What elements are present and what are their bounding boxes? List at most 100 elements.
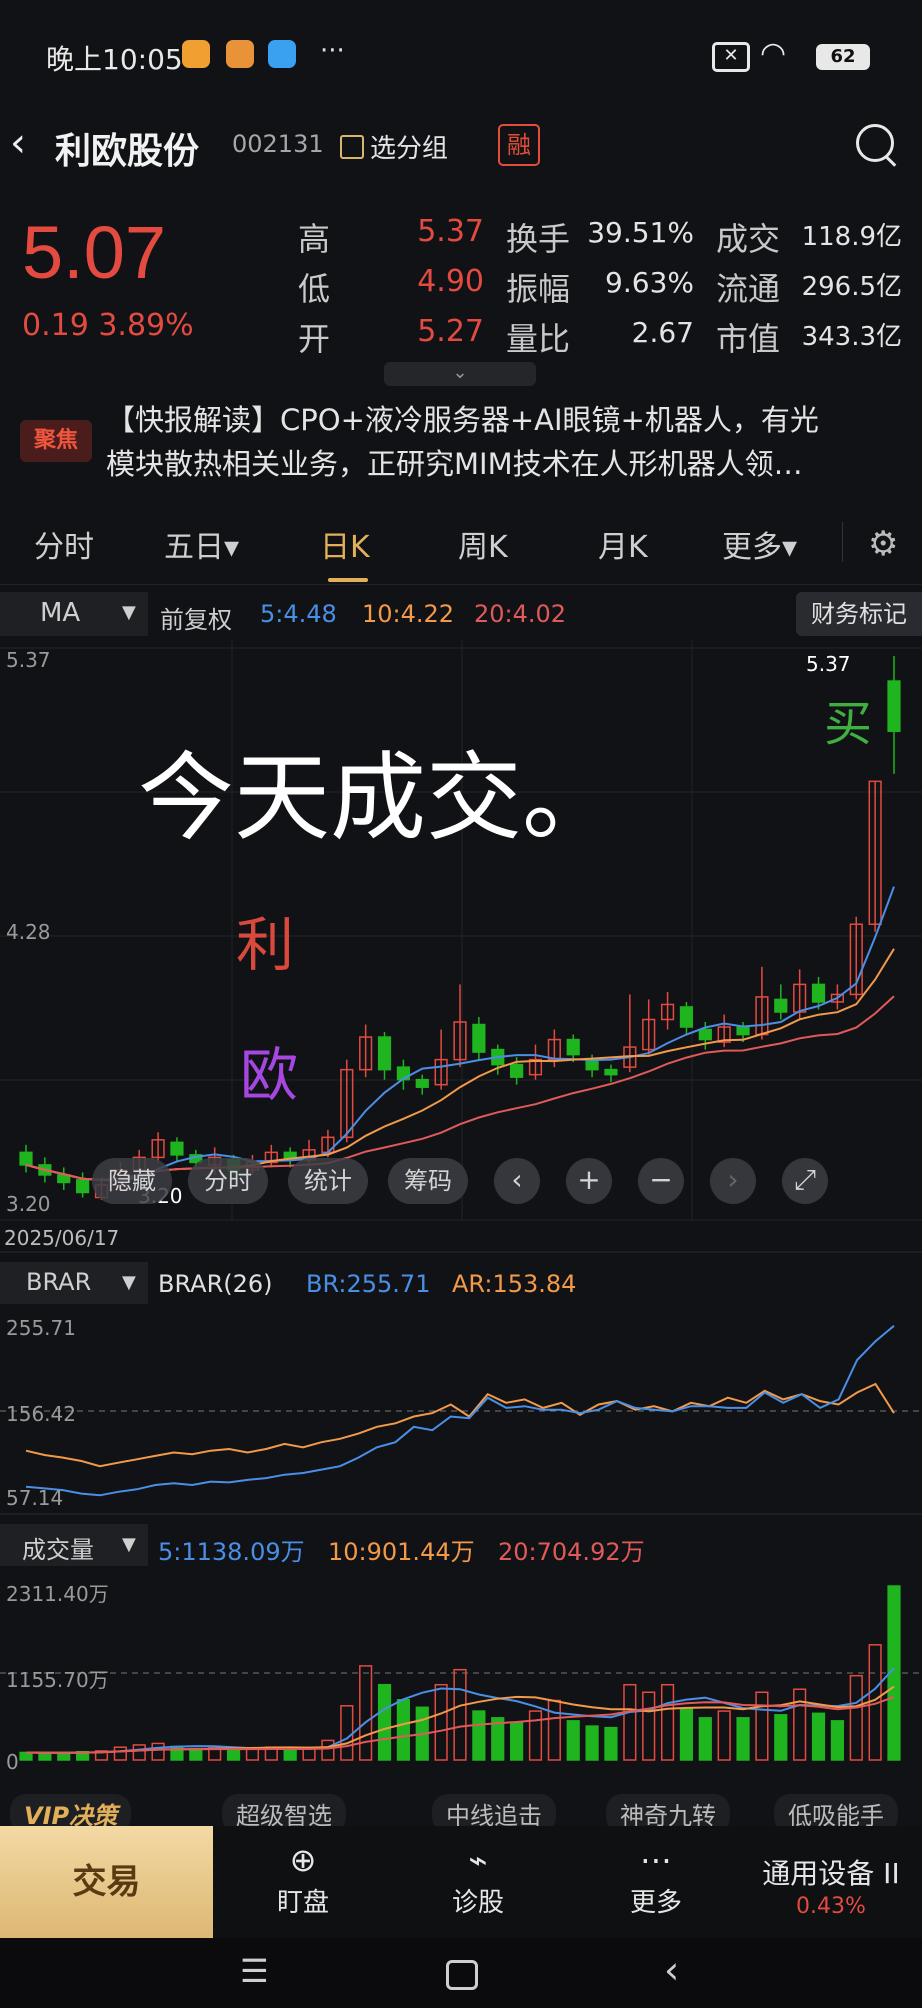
- hide-button[interactable]: 隐藏: [92, 1158, 172, 1204]
- tab-five-day[interactable]: 五日▾: [164, 522, 239, 566]
- volume-bar: [226, 1748, 241, 1761]
- volume-bar: [377, 1683, 392, 1761]
- market-cap-label: 市值: [716, 320, 781, 358]
- search-icon[interactable]: [856, 124, 894, 162]
- battery-icon: 62: [816, 44, 870, 70]
- back-icon[interactable]: ‹: [10, 120, 26, 166]
- amplitude-label: 振幅: [506, 270, 571, 308]
- turnover-value: 39.51%: [587, 216, 694, 249]
- ma20-value: 20:4.02: [474, 600, 567, 628]
- fullscreen-icon[interactable]: ⤢: [782, 1158, 828, 1204]
- candle-body: [736, 1026, 750, 1036]
- diagnose-label: 诊股: [451, 1888, 504, 1918]
- ar-value: AR:153.84: [452, 1270, 577, 1298]
- financial-marks-button[interactable]: 财务标记: [796, 592, 922, 636]
- ma5-value: 5:4.48: [260, 600, 337, 628]
- volume-bar: [642, 1691, 656, 1761]
- vol-ma10-value: 10:901.44万: [328, 1538, 475, 1566]
- candle-body: [585, 1058, 599, 1071]
- watch-button[interactable]: ⊕ 盯盘: [243, 1838, 363, 1919]
- volume-bar: [19, 1751, 33, 1761]
- sector-name[interactable]: 通用设备 II: [740, 1852, 922, 1892]
- volume-bar: [793, 1688, 807, 1761]
- volume-bar: [698, 1717, 712, 1761]
- volume-bar: [849, 1674, 863, 1761]
- volume-bar: [830, 1720, 844, 1761]
- volume-bar: [736, 1717, 750, 1761]
- volume-amount-value: 118.9亿: [801, 222, 902, 252]
- ar-line: [25, 1382, 895, 1468]
- sector-change: 0.43%: [796, 1894, 866, 1919]
- candle-body: [679, 1006, 694, 1028]
- caret-down-icon: ▼: [122, 1272, 136, 1293]
- diagnose-button[interactable]: ⌁ 诊股: [418, 1838, 538, 1919]
- price-change: 0.19 3.89%: [22, 308, 194, 343]
- select-group-button[interactable]: 选分组: [340, 128, 448, 165]
- handwritten-ou: 欧: [240, 1041, 299, 1109]
- trade-button[interactable]: 交易: [0, 1826, 213, 1938]
- candle-body: [604, 1068, 618, 1076]
- chips-button[interactable]: 筹码: [388, 1158, 468, 1204]
- checkbox-icon: [340, 135, 364, 159]
- volume-bar: [717, 1710, 731, 1761]
- brar-y-mid: 156.42: [6, 1402, 76, 1426]
- amplitude-value: 9.63%: [605, 266, 694, 299]
- kline-y-bot: 3.20: [6, 1192, 51, 1216]
- volume-bar: [396, 1699, 410, 1761]
- stats-button[interactable]: 统计: [288, 1158, 368, 1204]
- gear-icon[interactable]: ⚙: [868, 524, 898, 564]
- chevron-right-icon[interactable]: ›: [710, 1158, 756, 1204]
- sim-off-icon: ✕: [712, 42, 750, 72]
- candle-body: [811, 983, 826, 1003]
- news-headline[interactable]: 【快报解读】CPO+液冷服务器+AI眼镜+机器人，有光 模块散热相关业务，正研究M…: [106, 398, 906, 486]
- volume-bar: [434, 1683, 448, 1761]
- intraday-button[interactable]: 分时: [188, 1158, 268, 1204]
- news-line-2: 模块散热相关业务，正研究MIM技术在人形机器人领…: [106, 447, 803, 481]
- brar-indicator-dropdown[interactable]: BRAR ▼: [0, 1262, 148, 1304]
- active-tab-indicator: [328, 578, 368, 582]
- volume-bar: [38, 1752, 52, 1761]
- tab-intraday[interactable]: 分时: [34, 522, 94, 566]
- volume-bar: [510, 1721, 524, 1761]
- low-value: 4.90: [417, 264, 484, 299]
- open-label: 开: [298, 320, 331, 358]
- brar-indicator-label: BRAR: [26, 1268, 92, 1296]
- kline-start-date: 2025/06/17: [4, 1226, 120, 1250]
- home-icon[interactable]: [446, 1960, 478, 1990]
- back-nav-icon[interactable]: ‹: [664, 1948, 679, 1992]
- volume-bar: [604, 1726, 618, 1761]
- market-cap-value: 343.3亿: [801, 322, 902, 352]
- ma10-value: 10:4.22: [362, 600, 455, 628]
- volume-bar: [302, 1747, 316, 1761]
- volume-amount-label: 成交: [716, 220, 781, 258]
- zoom-out-icon[interactable]: −: [638, 1158, 684, 1204]
- menu-icon[interactable]: ☰: [240, 1952, 269, 1990]
- low-label: 低: [298, 270, 331, 308]
- weibo-icon: [182, 40, 210, 68]
- vol-ma5-value: 5:1138.09万: [158, 1538, 305, 1566]
- more-notifications-icon: ···: [320, 36, 345, 66]
- volume-bar: [472, 1710, 486, 1761]
- volume-bar: [679, 1708, 694, 1761]
- volume-ratio-label: 量比: [506, 320, 571, 358]
- ma-indicator-dropdown[interactable]: MA ▼: [0, 592, 148, 636]
- system-nav: ☰ ‹: [0, 1938, 922, 2008]
- tab-daily-k[interactable]: 日K: [320, 522, 370, 566]
- open-value: 5.27: [417, 314, 484, 349]
- volume-bar: [623, 1683, 637, 1761]
- volume-bar: [283, 1749, 297, 1761]
- more-button[interactable]: ⋯ 更多: [596, 1838, 716, 1919]
- expand-quote-button[interactable]: ⌄: [384, 362, 536, 386]
- tab-more[interactable]: 更多▾: [722, 522, 797, 566]
- tab-monthly-k[interactable]: 月K: [598, 522, 648, 566]
- adjust-label: 前复权: [160, 606, 232, 634]
- chevron-left-icon[interactable]: ‹: [494, 1158, 540, 1204]
- volume-bar: [528, 1710, 543, 1761]
- volume-indicator-dropdown[interactable]: 成交量 ▼: [0, 1524, 148, 1566]
- tab-weekly-k[interactable]: 周K: [458, 522, 508, 566]
- volume-ratio-value: 2.67: [631, 316, 694, 349]
- zoom-in-icon[interactable]: +: [566, 1158, 612, 1204]
- volume-y-top: 2311.40万: [6, 1582, 109, 1606]
- chevron-down-icon: ⌄: [452, 362, 468, 383]
- candle-body: [170, 1141, 184, 1156]
